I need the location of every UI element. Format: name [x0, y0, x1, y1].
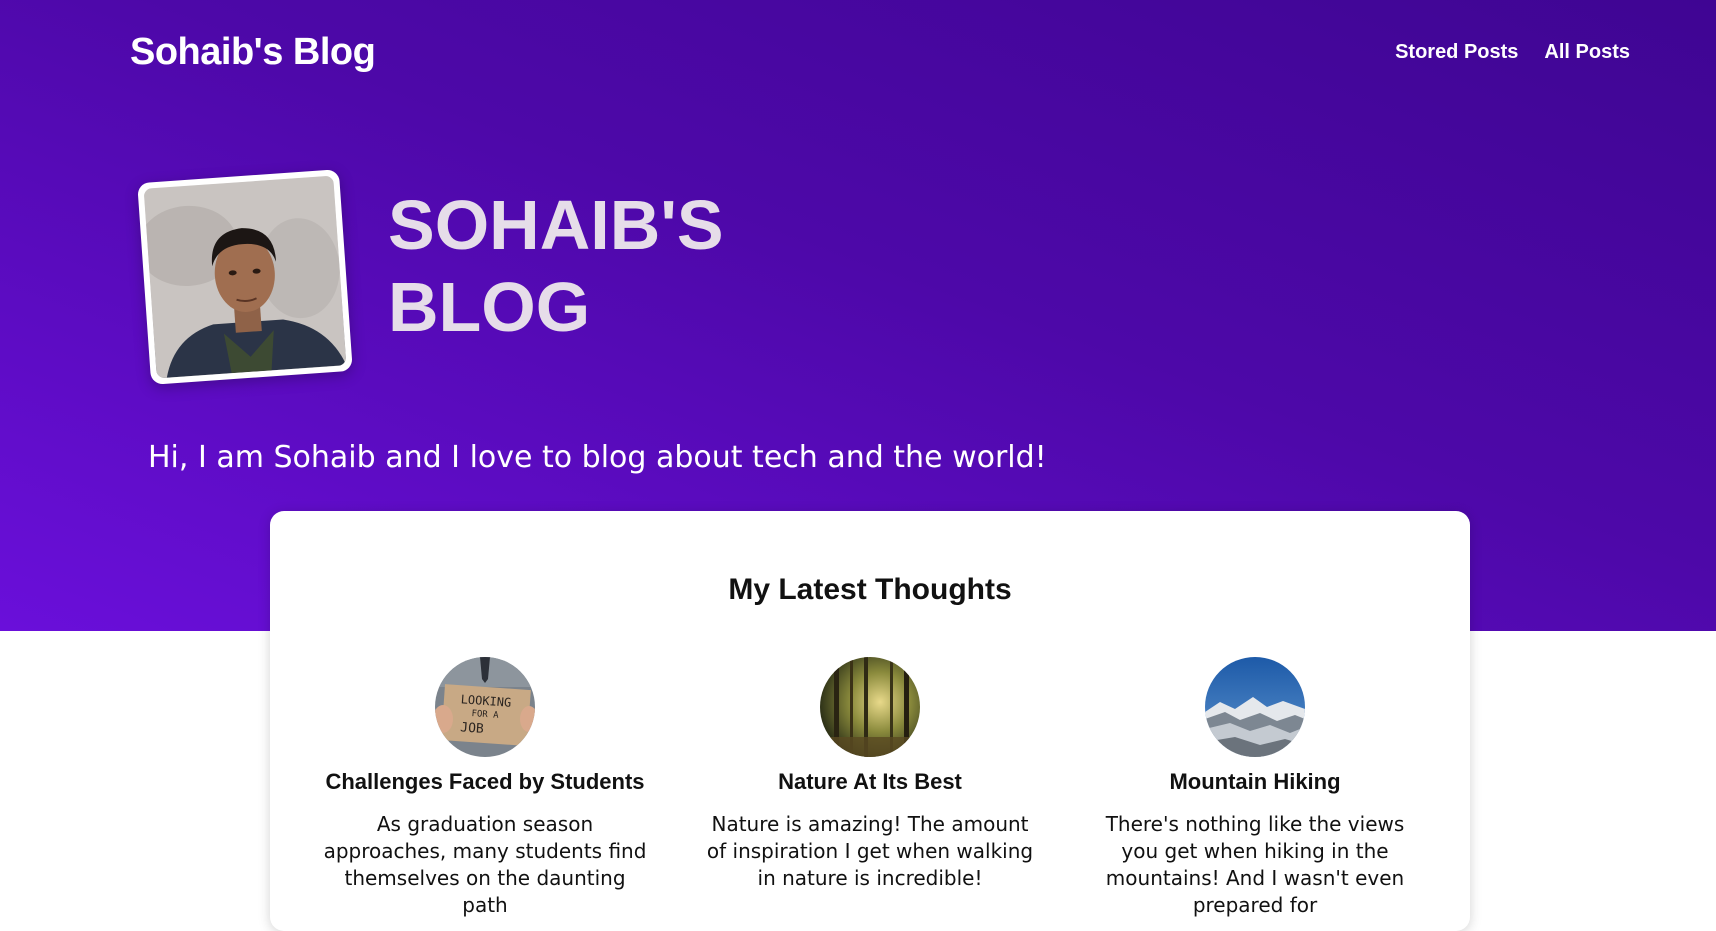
mountain-image [1205, 657, 1305, 757]
nav-link-all-posts[interactable]: All Posts [1544, 41, 1630, 63]
site-logo-link[interactable]: Sohaib's Blog [130, 31, 376, 74]
hero-title: Sohaib's Blog [388, 186, 724, 346]
post-excerpt: As graduation season approaches, many st… [323, 812, 647, 917]
latest-posts-list: LOOKING FOR A JOB Challenges Faced by St… [320, 657, 1420, 919]
nav-item-all-posts: All Posts [1544, 41, 1630, 64]
post-title: Mountain Hiking [1169, 769, 1341, 794]
author-avatar-frame [137, 169, 353, 385]
forest-image [820, 657, 920, 757]
site-header: Sohaib's Blog Stored Posts All Posts [130, 22, 1630, 82]
job-search-sign-image: LOOKING FOR A JOB [435, 657, 535, 757]
nav-link-stored-posts[interactable]: Stored Posts [1395, 41, 1518, 63]
post-title: Challenges Faced by Students [325, 769, 645, 794]
post-excerpt: Nature is amazing! The amount of inspira… [706, 812, 1034, 890]
post-card-nature[interactable]: Nature At Its Best Nature is amazing! Th… [705, 657, 1035, 919]
svg-text:JOB: JOB [460, 720, 485, 737]
latest-posts-card: My Latest Thoughts LOOKING FOR A JOB Cha… [270, 511, 1470, 931]
post-card-mountain[interactable]: Mountain Hiking There's nothing like the… [1090, 657, 1420, 919]
post-title: Nature At Its Best [778, 769, 962, 794]
post-excerpt: There's nothing like the views you get w… [1105, 812, 1405, 917]
author-avatar [143, 175, 347, 379]
main-nav: Stored Posts All Posts [1395, 41, 1630, 64]
latest-posts-title: My Latest Thoughts [728, 573, 1012, 606]
nav-item-stored-posts: Stored Posts [1395, 41, 1518, 64]
post-card-challenges[interactable]: LOOKING FOR A JOB Challenges Faced by St… [320, 657, 650, 919]
hero-tagline: Hi, I am Sohaib and I love to blog about… [148, 440, 1047, 475]
svg-text:FOR A: FOR A [471, 709, 499, 721]
